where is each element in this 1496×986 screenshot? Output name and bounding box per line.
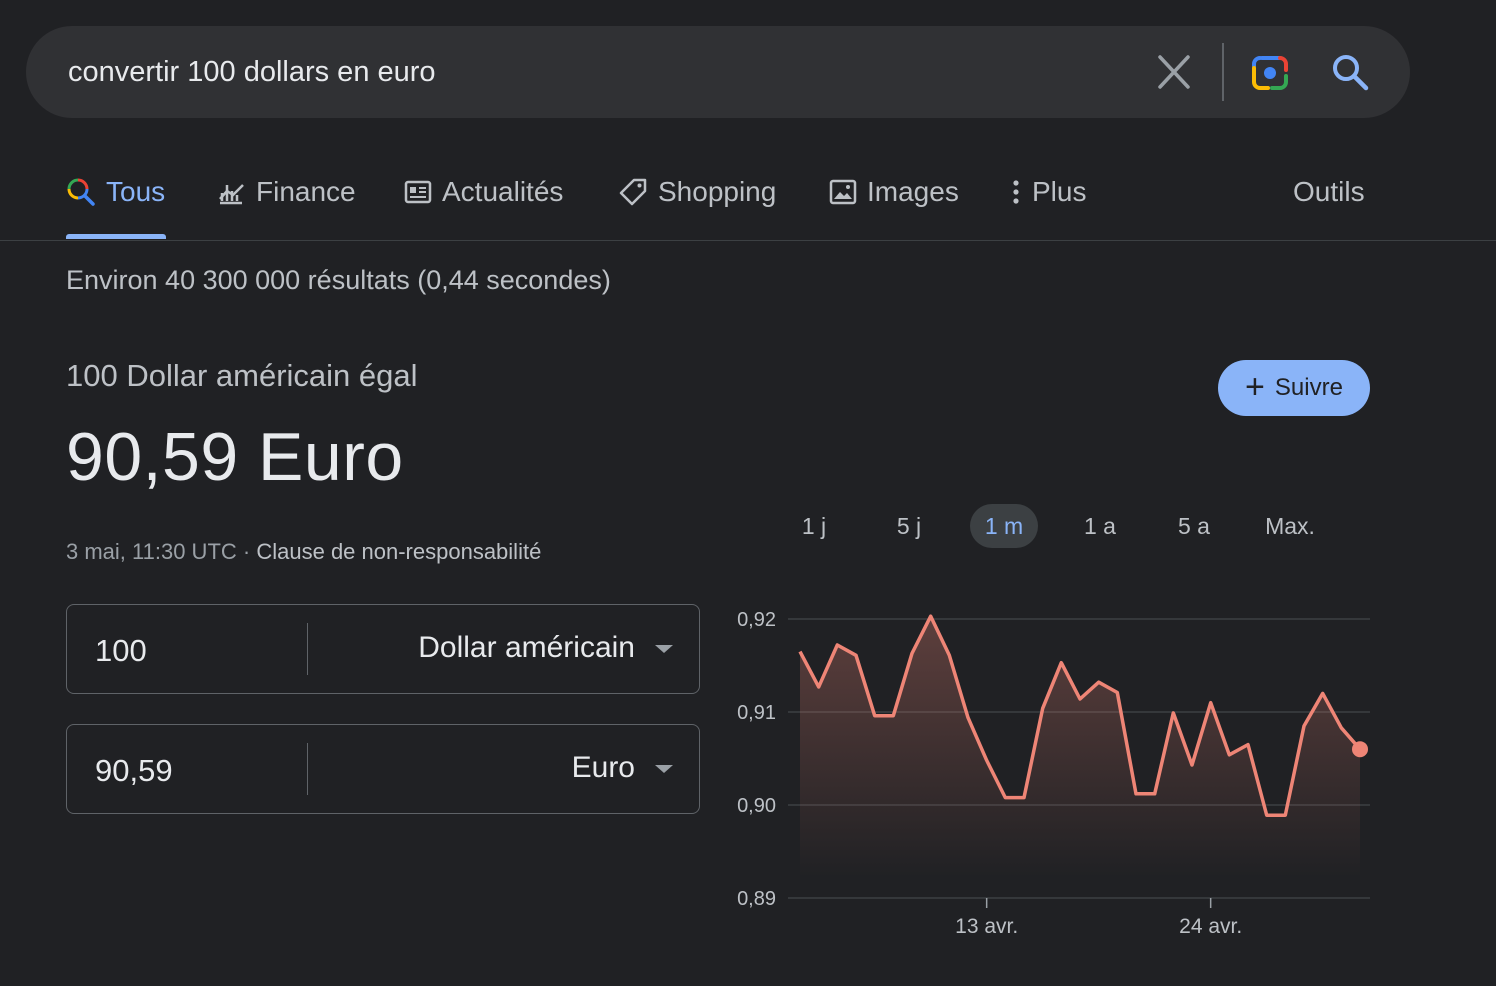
- last-point-marker: [1352, 741, 1368, 758]
- data-point: [798, 650, 802, 654]
- conversion-meta: 3 mai, 11:30 UTC · Clause de non-respons…: [66, 539, 541, 565]
- to-currency-box: 90,59 Euro: [66, 724, 700, 814]
- data-point: [1078, 697, 1082, 701]
- tab-label: Finance: [256, 176, 356, 207]
- data-point: [947, 653, 951, 657]
- data-point: [966, 716, 970, 720]
- from-currency-select[interactable]: Dollar américain: [418, 631, 635, 665]
- image-icon: [829, 179, 857, 205]
- chevron-down-icon[interactable]: [655, 645, 673, 653]
- data-point: [1246, 743, 1250, 747]
- data-point: [1097, 680, 1101, 684]
- range-1m[interactable]: 1 m: [970, 504, 1038, 548]
- data-point: [1115, 690, 1119, 694]
- lens-search-button[interactable]: [1248, 50, 1294, 96]
- timestamp: 3 mai, 11:30 UTC: [66, 539, 237, 564]
- range-1y[interactable]: 1 a: [1070, 504, 1130, 548]
- data-point: [854, 653, 858, 657]
- data-point: [1059, 661, 1063, 665]
- data-point: [1283, 813, 1287, 817]
- tab-label: Actualités: [442, 176, 564, 207]
- y-tick-label: 0,90: [737, 795, 776, 817]
- data-point: [1153, 792, 1157, 796]
- data-point: [910, 651, 914, 655]
- to-amount-input[interactable]: 90,59: [95, 753, 173, 789]
- plus-icon: +: [1245, 367, 1265, 406]
- disclaimer-link[interactable]: Clause de non-responsabilité: [256, 539, 541, 564]
- tab-shopping[interactable]: Shopping: [618, 176, 776, 208]
- search-tabs: Tous Finance Actualités Shopping Images: [0, 150, 1496, 241]
- y-tick-label: 0,91: [737, 702, 776, 724]
- search-icon: [1333, 55, 1369, 91]
- y-tick-label: 0,89: [737, 888, 776, 910]
- tools-label: Outils: [1293, 176, 1365, 207]
- exchange-rate-chart[interactable]: 0,92 0,91 0,90 0,89 13 avr. 24 avr.: [720, 590, 1390, 950]
- data-point: [1171, 711, 1175, 715]
- clear-search-button[interactable]: [1154, 54, 1194, 90]
- data-point: [1302, 724, 1306, 728]
- tab-plus[interactable]: Plus: [1010, 176, 1086, 208]
- data-point: [1339, 726, 1343, 730]
- conversion-result: 90,59 Euro: [66, 419, 404, 495]
- follow-label: Suivre: [1274, 374, 1343, 401]
- meta-separator: ·: [236, 539, 257, 564]
- range-5y[interactable]: 5 a: [1164, 504, 1224, 548]
- tab-finance[interactable]: Finance: [216, 176, 356, 208]
- tab-label: Plus: [1032, 176, 1087, 207]
- range-max[interactable]: Max.: [1254, 504, 1326, 548]
- data-point: [835, 643, 839, 647]
- x-tick-label: 13 avr.: [955, 915, 1018, 938]
- chevron-down-icon[interactable]: [655, 765, 673, 773]
- tab-label: Shopping: [658, 176, 777, 207]
- search-icon: [67, 178, 95, 206]
- data-point: [817, 685, 821, 689]
- tab-label: Tous: [106, 176, 166, 207]
- data-point: [891, 714, 895, 718]
- news-icon: [404, 180, 432, 204]
- tab-label: Images: [867, 176, 959, 207]
- range-5d[interactable]: 5 j: [880, 504, 938, 548]
- tab-images[interactable]: Images: [829, 176, 959, 208]
- camera-lens-icon: [1252, 56, 1288, 90]
- data-point: [1265, 813, 1269, 817]
- x-tick-label: 24 avr.: [1179, 915, 1242, 938]
- range-1d[interactable]: 1 j: [786, 504, 842, 548]
- tab-tous[interactable]: Tous: [66, 176, 165, 208]
- follow-button[interactable]: + Suivre: [1218, 360, 1370, 416]
- from-currency-box: 100 Dollar américain: [66, 604, 700, 694]
- result-stats: Environ 40 300 000 résultats (0,44 secon…: [66, 265, 611, 295]
- y-tick-label: 0,92: [737, 609, 776, 631]
- tag-icon: [619, 178, 647, 206]
- data-point: [929, 614, 933, 618]
- tab-actualites[interactable]: Actualités: [404, 176, 563, 208]
- conversion-label: 100 Dollar américain égal: [66, 358, 418, 393]
- data-point: [1227, 753, 1231, 757]
- search-input[interactable]: convertir 100 dollars en euro: [68, 56, 436, 89]
- box-divider: [307, 743, 308, 795]
- data-point: [1003, 796, 1007, 800]
- data-point: [1190, 763, 1194, 767]
- data-point: [1321, 691, 1325, 695]
- finance-chart-icon: [219, 184, 244, 205]
- data-point: [1134, 792, 1138, 796]
- active-tab-indicator: [66, 234, 166, 239]
- box-divider: [307, 623, 308, 675]
- search-button[interactable]: [1328, 50, 1374, 96]
- series-area: [800, 616, 1360, 878]
- to-currency-select[interactable]: Euro: [572, 751, 635, 785]
- data-point: [985, 758, 989, 762]
- data-point: [1041, 706, 1045, 710]
- from-amount-input[interactable]: 100: [95, 633, 147, 669]
- data-point: [1209, 701, 1213, 705]
- more-vert-icon: [1013, 180, 1019, 204]
- close-icon: [1158, 55, 1190, 89]
- data-point: [1022, 796, 1026, 800]
- search-divider: [1222, 43, 1224, 101]
- tools-button[interactable]: Outils: [1293, 176, 1365, 208]
- data-point: [873, 714, 877, 718]
- search-bar[interactable]: convertir 100 dollars en euro: [26, 26, 1410, 118]
